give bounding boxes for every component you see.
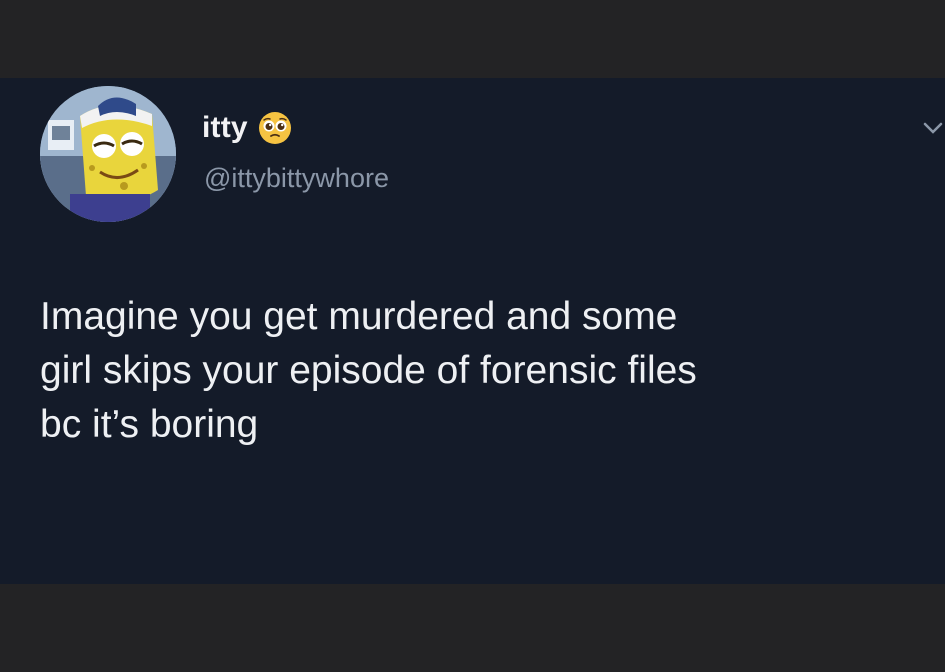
display-name[interactable]: itty (202, 111, 248, 145)
chevron-down-icon[interactable] (921, 116, 945, 140)
name-row: itty (202, 108, 292, 148)
screenshot-frame: itty @ittybittywhore Imagine you get mur… (0, 0, 945, 672)
avatar[interactable] (40, 86, 176, 222)
pleading-face-emoji-icon (258, 112, 291, 144)
tweet-text: Imagine you get murdered and some girl s… (40, 295, 697, 446)
spongebob-avatar-image (40, 86, 176, 222)
tweet-card: itty @ittybittywhore Imagine you get mur… (0, 78, 945, 584)
user-handle[interactable]: @ittybittywhore (204, 163, 389, 194)
